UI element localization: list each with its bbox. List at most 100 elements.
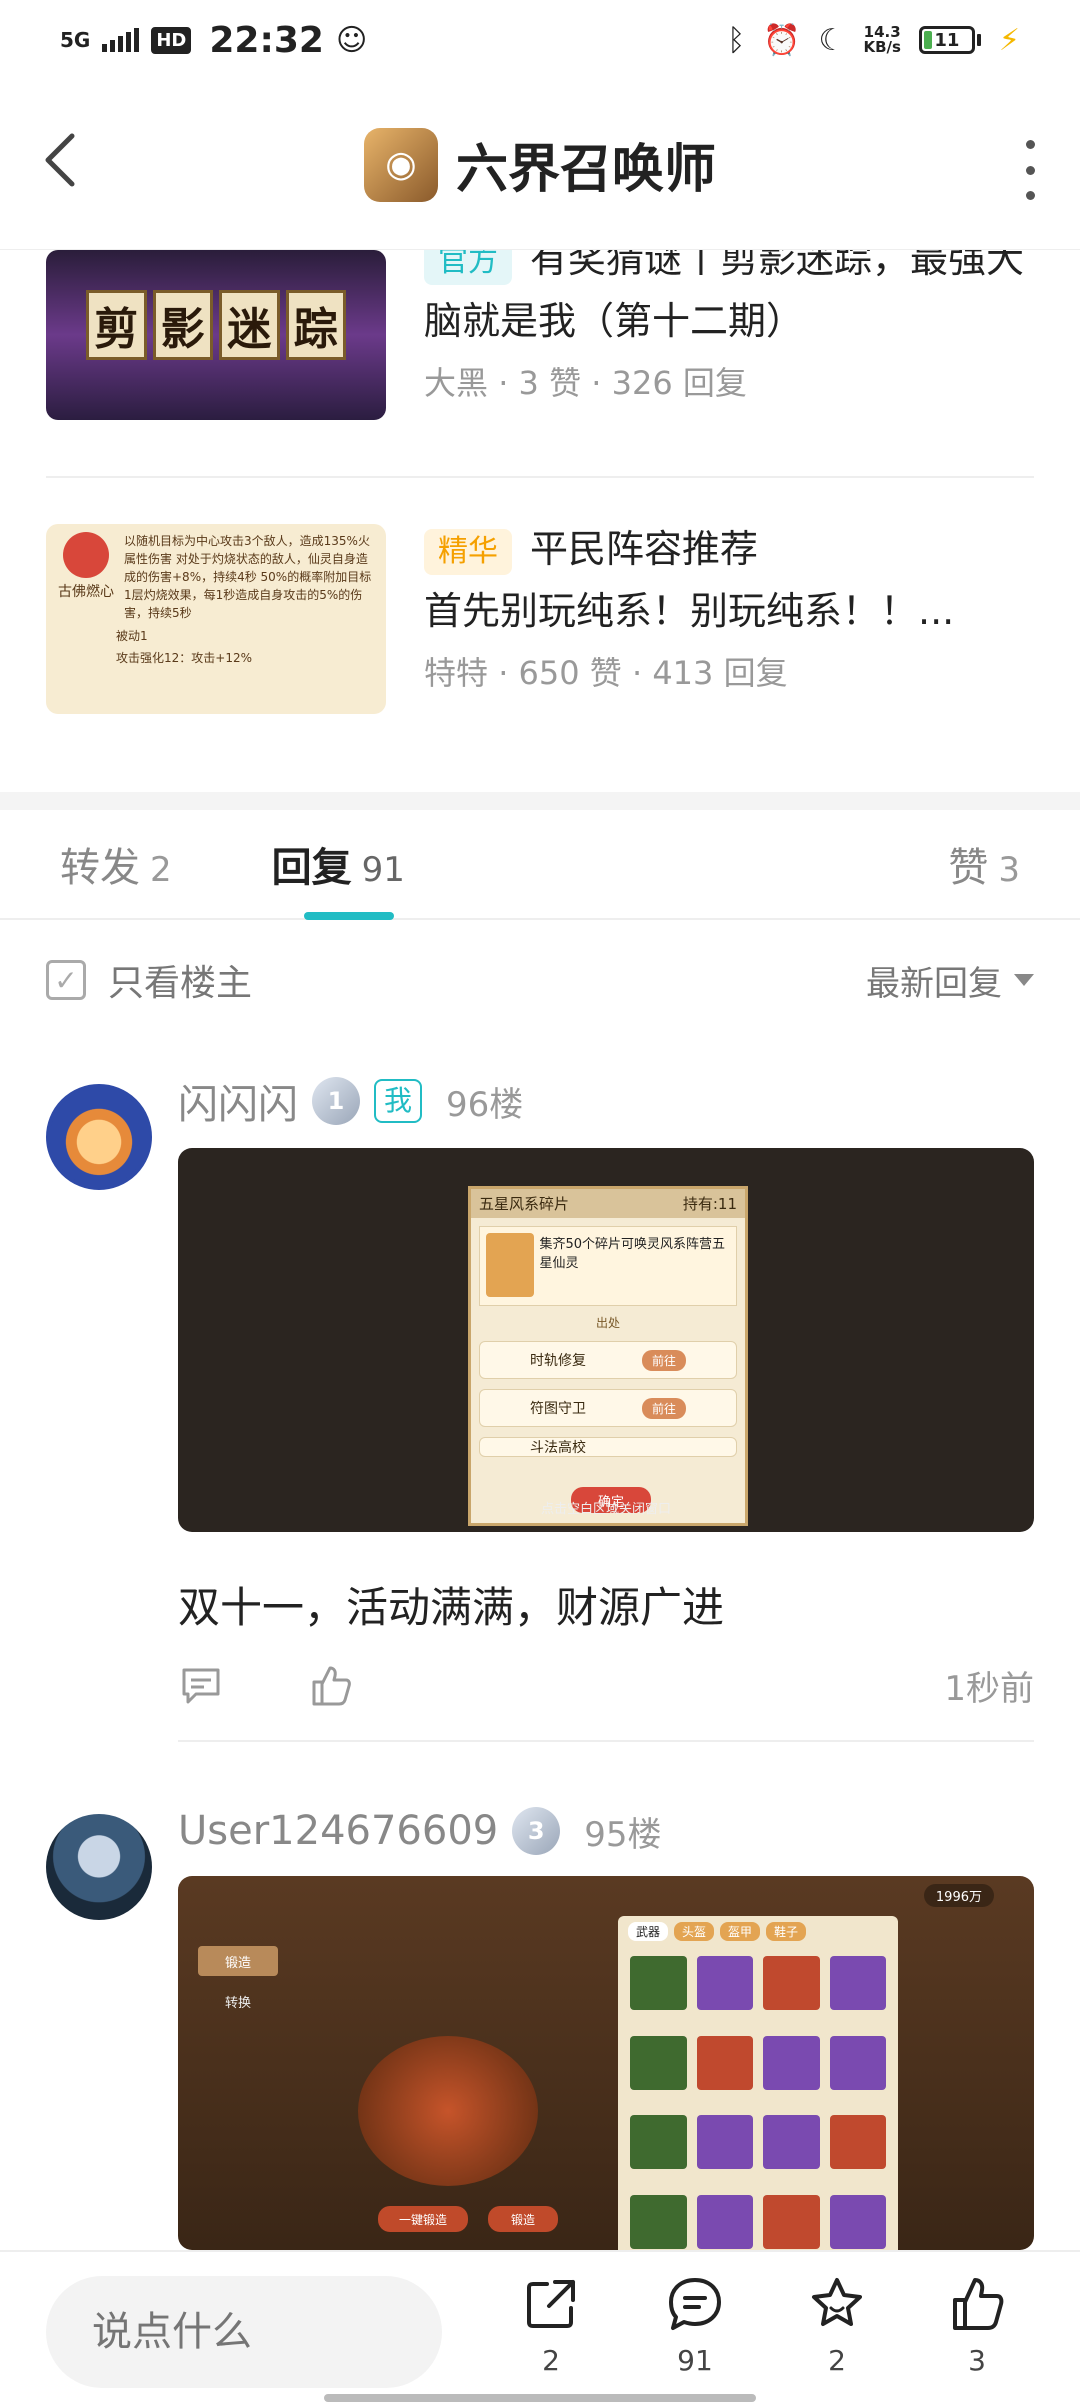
post-subtitle: 首先别玩纯系！别玩纯系！！...: [424, 589, 955, 633]
tab-label: 转发: [60, 845, 140, 891]
home-indicator[interactable]: [324, 2394, 756, 2402]
dialog-row-label: 时轨修复: [530, 1353, 586, 1369]
share-icon: [527, 2280, 575, 2328]
reply-icon[interactable]: [178, 1662, 224, 1708]
comment-time: 1秒前: [944, 1668, 1034, 1709]
skill-passive: 被动1: [116, 629, 148, 643]
dialog-section: 出处: [595, 1316, 620, 1330]
speed-unit: KB/s: [863, 38, 901, 56]
comment-image[interactable]: 五星风系碎片 持有:11 集齐50个碎片可唤灵风系阵营五星仙灵 出处 时轨修复 前往…: [178, 1148, 1034, 1532]
equip-tab: 武器: [628, 1922, 669, 1941]
dialog-footer: 点击空白区域关闭窗口: [540, 1502, 671, 1517]
comment-count: 91: [677, 2344, 713, 2377]
tab-like[interactable]: 赞 3: [948, 835, 1020, 893]
only-owner-checkbox[interactable]: ✓: [46, 960, 86, 1000]
game-dialog: 五星风系碎片 持有:11 集齐50个碎片可唤灵风系阵营五星仙灵 出处 时轨修复 前往…: [468, 1186, 748, 1526]
back-arrow-icon: [45, 133, 75, 187]
level-badge: 3: [512, 1807, 561, 1855]
dialog-row: 符图守卫 前往: [479, 1389, 737, 1427]
equipment-grid: [618, 1916, 898, 2250]
sort-label: 最新回复: [866, 963, 1002, 1004]
tab-count: 91: [361, 850, 405, 890]
signal-icon: [102, 28, 140, 52]
avatar[interactable]: [46, 1084, 152, 1190]
shard-icon: [486, 1233, 534, 1297]
comment-divider: [178, 1740, 1034, 1742]
bottom-action-bar: 2 91 2 3: [0, 2250, 1080, 2408]
battery-icon: 11: [918, 26, 981, 54]
post-title-text: 有奖猜谜丨剪影迷踪，最强大脑就是我（第十二期）: [424, 250, 1025, 343]
tab-label: 赞: [948, 845, 989, 891]
game-forge-tab: 锻造: [198, 1946, 278, 1976]
dialog-row-label: 斗法高校: [530, 1440, 586, 1456]
star-icon: [812, 2278, 862, 2326]
thumbs-up-icon[interactable]: [308, 1662, 354, 1708]
post-title: 精华 平民阵容推荐: [424, 518, 1036, 580]
network-speed: 14.3 KB/s: [863, 25, 900, 55]
more-dot: [1025, 165, 1035, 175]
comment-input[interactable]: [46, 2276, 442, 2388]
share-button[interactable]: 2: [506, 2274, 596, 2377]
more-dot: [1025, 140, 1035, 149]
dialog-row-label: 符图守卫: [530, 1401, 586, 1417]
only-owner-label[interactable]: 只看楼主: [108, 954, 252, 1006]
page-title[interactable]: 六界召唤师: [456, 127, 716, 202]
thumbs-up-icon: [953, 2278, 1004, 2330]
post-thumbnail: 古佛燃心 以随机目标为中心攻击3个敌人，造成135%火属性伤害 对处于灼烧状态的…: [46, 524, 386, 714]
equipment-tabs: 武器 头盔 盔甲 鞋子: [628, 1922, 807, 1941]
skill-desc: 以随机目标为中心攻击3个敌人，造成135%火属性伤害 对处于灼烧状态的敌人，仙灵…: [124, 534, 372, 620]
tab-count: 3: [998, 850, 1020, 890]
like-button[interactable]: 3: [932, 2274, 1022, 2377]
post-meta: 大黑 · 3 赞 · 326 回复: [424, 364, 747, 402]
related-post[interactable]: 古佛燃心 以随机目标为中心攻击3个敌人，造成135%火属性伤害 对处于灼烧状态的…: [46, 524, 1036, 714]
tab-count: 2: [150, 850, 172, 890]
thumb-char: 迷: [219, 290, 280, 360]
skill-bonus: 攻击强化12：攻击+12%: [116, 651, 252, 665]
dialog-title: 五星风系碎片 持有:11: [471, 1189, 745, 1218]
user-name[interactable]: User124676609: [178, 1808, 498, 1854]
post-thumbnail: 剪 影 迷 踪: [46, 250, 386, 420]
comment-button[interactable]: 91: [650, 2274, 740, 2377]
thumb-char: 剪: [86, 290, 147, 360]
more-options-button[interactable]: [1020, 140, 1040, 200]
post-likes: 3 赞: [518, 364, 582, 402]
post-title-text: 平民阵容推荐: [530, 527, 759, 571]
moon-icon: ☾: [818, 22, 846, 58]
avatar[interactable]: [46, 1814, 152, 1920]
top-nav: ◉ 六界召唤师: [0, 80, 1080, 250]
reply-tabs: 转发 2 回复 91 赞 3: [0, 810, 1080, 920]
tab-reply[interactable]: 回复 91: [272, 835, 405, 893]
charging-icon: ⚡: [998, 22, 1020, 58]
post-author: 特特: [424, 654, 489, 692]
like-count: 3: [968, 2344, 986, 2377]
post-likes: 650 赞: [518, 654, 622, 692]
section-gap: [0, 792, 1080, 810]
app-logo[interactable]: ◉: [363, 127, 438, 202]
hd-icon: HD: [151, 26, 192, 54]
post-meta: 特特 · 650 赞 · 413 回复: [424, 654, 788, 692]
tab-forward[interactable]: 转发 2: [60, 835, 172, 893]
post-replies: 326 回复: [611, 364, 747, 402]
dialog-row: 时轨修复 前往: [479, 1341, 737, 1379]
forge-pot: [358, 2036, 538, 2186]
equip-tab: 盔甲: [720, 1922, 761, 1941]
level-badge: 1: [312, 1077, 360, 1125]
divider: [46, 476, 1034, 478]
comment-image[interactable]: 锻造 转换 一键锻造 锻造 武器 头盔 盔甲 鞋子 1996万: [178, 1876, 1034, 2250]
me-badge: 我: [374, 1079, 423, 1123]
bluetooth-icon: ᛒ: [727, 22, 746, 58]
tab-label: 回复: [271, 845, 352, 891]
active-tab-indicator: [304, 912, 394, 920]
related-post[interactable]: 剪 影 迷 踪 官方 有奖猜谜丨剪影迷踪，最强大脑就是我（第十二期） 大黑 · 3…: [46, 250, 1036, 420]
status-bar: 5G HD 22:32 ☺ ᛒ ⏰ ☾ 14.3 KB/s 11 ⚡: [0, 0, 1080, 80]
chevron-down-icon: [1014, 974, 1034, 986]
essence-tag: 精华: [424, 528, 512, 575]
skill-icon: [63, 532, 109, 578]
user-name[interactable]: 闪闪闪: [178, 1072, 298, 1130]
battery-level: 11: [934, 29, 960, 51]
favorite-button[interactable]: 2: [792, 2274, 882, 2377]
back-button[interactable]: [40, 130, 100, 200]
comment-text: 双十一，活动满满，财源广进: [178, 1583, 725, 1632]
gold-amount: 1996万: [923, 1884, 994, 1907]
sort-dropdown[interactable]: 最新回复: [866, 956, 1034, 1005]
